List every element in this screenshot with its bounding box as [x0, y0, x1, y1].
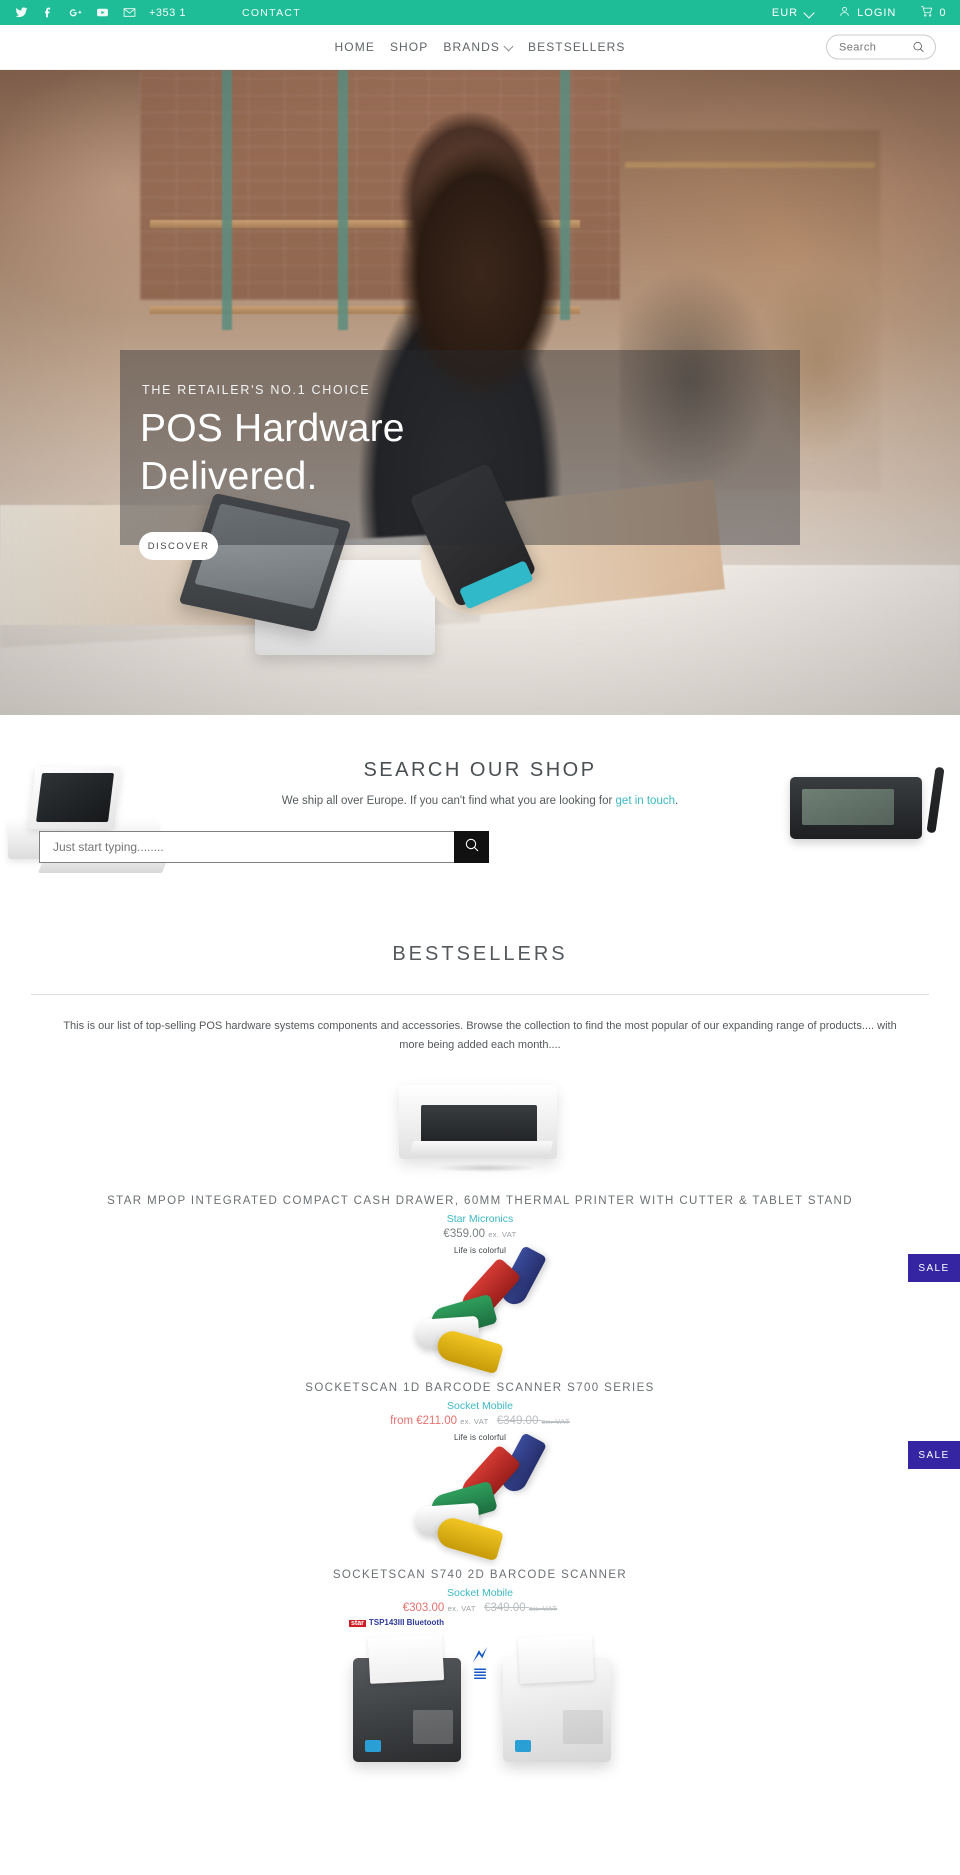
product-price-vat: ex. VAT: [460, 1417, 489, 1426]
signature-pad-decoration-image: [790, 766, 945, 859]
product-image[interactable]: Life is colorful: [0, 1432, 960, 1565]
product-price-prefix: from: [390, 1415, 417, 1427]
shop-search-box[interactable]: [39, 831, 489, 863]
nav-label-home: HOME: [334, 40, 375, 54]
product-compare-price-vat: ex. VAT: [528, 1604, 558, 1613]
currency-selector[interactable]: EUR: [772, 7, 814, 19]
nav-label-bestsellers: BESTSELLERS: [527, 40, 626, 54]
product-price-vat: ex. VAT: [447, 1604, 476, 1613]
shop-search-subtitle-text: We ship all over Europe. If you can't fi…: [281, 795, 616, 807]
product-compare-price: €349.00 ex. VAT: [497, 1415, 570, 1427]
product-card[interactable]: SALE Life is colorful SOCKETSCAN 1D BARC…: [0, 1245, 960, 1427]
bestsellers-title: BESTSELLERS: [392, 943, 568, 965]
product-image[interactable]: star TSP143III Bluetooth 🗲 𝌆: [0, 1618, 960, 1770]
product-image[interactable]: [0, 1071, 960, 1191]
login-label: LOGIN: [857, 6, 897, 19]
nav-item-bestsellers[interactable]: BESTSELLERS: [528, 40, 625, 54]
discover-button[interactable]: DISCOVER: [139, 532, 218, 560]
product-vendor: Socket Mobile: [447, 1587, 513, 1599]
product-image-caption: Life is colorful: [453, 1246, 507, 1255]
phone-number[interactable]: +353 1: [149, 7, 186, 19]
product-compare-price-vat: ex. VAT: [541, 1417, 570, 1426]
product-image-caption: Life is colorful: [453, 1433, 507, 1442]
product-compare-price-value: €349.00: [484, 1602, 526, 1614]
product-price: from €211.00 ex. VAT €349.00 ex. VAT: [0, 1415, 960, 1427]
bestsellers-section: BESTSELLERS This is our list of top-sell…: [0, 925, 960, 1770]
login-link[interactable]: LOGIN: [838, 5, 896, 21]
product-price-value: €211.00: [416, 1415, 457, 1427]
product-image-caption: star TSP143III Bluetooth: [349, 1618, 444, 1627]
product-compare-price-value: €349.00: [496, 1415, 539, 1427]
shop-search-submit-button[interactable]: [454, 831, 489, 863]
product-card[interactable]: SALE Life is colorful SOCKETSCAN S740 2D…: [0, 1432, 960, 1614]
hero-title-line1: POS Hardware: [140, 407, 405, 450]
currency-value: EUR: [771, 6, 799, 19]
barcode-scanners-image: Life is colorful: [375, 1245, 585, 1378]
top-utility-bar: +353 1 CONTACT EUR LOGIN 0: [0, 0, 960, 25]
social-links: [14, 6, 136, 20]
product-image[interactable]: Life is colorful: [0, 1245, 960, 1378]
search-icon: [464, 837, 480, 858]
google-plus-icon[interactable]: [68, 6, 82, 20]
printer-light: [503, 1634, 611, 1762]
hero-eyebrow: THE RETAILER'S NO.1 CHOICE: [142, 383, 371, 397]
nav-label-shop: SHOP: [389, 40, 429, 54]
product-price-value: €303.00: [402, 1602, 445, 1614]
cart-count: 0: [939, 6, 946, 19]
email-icon[interactable]: [122, 6, 136, 20]
search-icon[interactable]: [912, 41, 925, 54]
nav-label-brands: BRANDS: [443, 40, 500, 54]
shop-search-subtitle-end: .: [675, 795, 679, 807]
bestsellers-intro-line1: This is our list of top-selling POS hard…: [63, 1020, 875, 1032]
divider: [31, 994, 929, 995]
chevron-down-icon: [505, 43, 513, 51]
user-icon: [838, 5, 851, 21]
product-price: €359.00 ex. VAT: [0, 1228, 960, 1240]
cash-drawer-image: [385, 1071, 575, 1191]
product-title[interactable]: STAR MPOP INTEGRATED COMPACT CASH DRAWER…: [0, 1195, 960, 1207]
nav-items: HOME SHOP BRANDS BESTSELLERS: [335, 40, 626, 54]
hero-title: POS Hardware Delivered.: [140, 405, 700, 501]
nav-item-brands[interactable]: BRANDS: [443, 40, 513, 54]
product-price: €303.00 ex. VAT €349.00 ex. VAT: [0, 1602, 960, 1614]
header-search-input[interactable]: [837, 40, 912, 54]
bestsellers-intro: This is our list of top-selling POS hard…: [60, 1017, 900, 1055]
top-bar-right: EUR LOGIN 0: [772, 4, 946, 21]
product-title[interactable]: SOCKETSCAN S740 2D BARCODE SCANNER: [0, 1569, 960, 1581]
product-card[interactable]: star TSP143III Bluetooth 🗲 𝌆: [0, 1618, 960, 1770]
get-in-touch-link[interactable]: get in touch: [616, 795, 675, 807]
twitter-icon[interactable]: [14, 6, 28, 20]
product-vendor: Socket Mobile: [447, 1400, 513, 1412]
product-price-vat: ex. VAT: [488, 1230, 517, 1239]
nav-item-home[interactable]: HOME: [335, 40, 375, 54]
product-title[interactable]: SOCKETSCAN 1D BARCODE SCANNER S700 SERIE…: [0, 1382, 960, 1394]
facebook-icon[interactable]: [41, 6, 55, 20]
contact-link[interactable]: CONTACT: [242, 7, 301, 19]
main-navigation: HOME SHOP BRANDS BESTSELLERS: [0, 25, 960, 70]
bluetooth-icon: 🗲 𝌆: [472, 1642, 488, 1684]
youtube-icon[interactable]: [95, 6, 109, 20]
shop-search-input[interactable]: [39, 831, 454, 863]
nav-item-shop[interactable]: SHOP: [390, 40, 428, 54]
product-price-value: €359.00: [443, 1228, 485, 1240]
cart-icon: [920, 4, 934, 21]
barcode-scanners-image: Life is colorful: [375, 1432, 585, 1565]
printer-model-label: TSP143III Bluetooth: [368, 1618, 444, 1627]
hero-banner: THE RETAILER'S NO.1 CHOICE POS Hardware …: [0, 70, 960, 715]
cart-link[interactable]: 0: [920, 4, 946, 21]
thermal-printers-image: star TSP143III Bluetooth 🗲 𝌆: [345, 1618, 615, 1770]
header-search[interactable]: [826, 34, 936, 60]
product-compare-price: €349.00 ex. VAT: [484, 1602, 557, 1614]
printer-dark: [353, 1634, 461, 1762]
product-card[interactable]: STAR MPOP INTEGRATED COMPACT CASH DRAWER…: [0, 1071, 960, 1240]
product-vendor: Star Micronics: [446, 1213, 514, 1225]
chevron-down-icon: [805, 8, 814, 17]
hero-title-line2: Delivered.: [140, 455, 318, 498]
shop-search-section: SEARCH OUR SHOP We ship all over Europe.…: [0, 715, 960, 925]
